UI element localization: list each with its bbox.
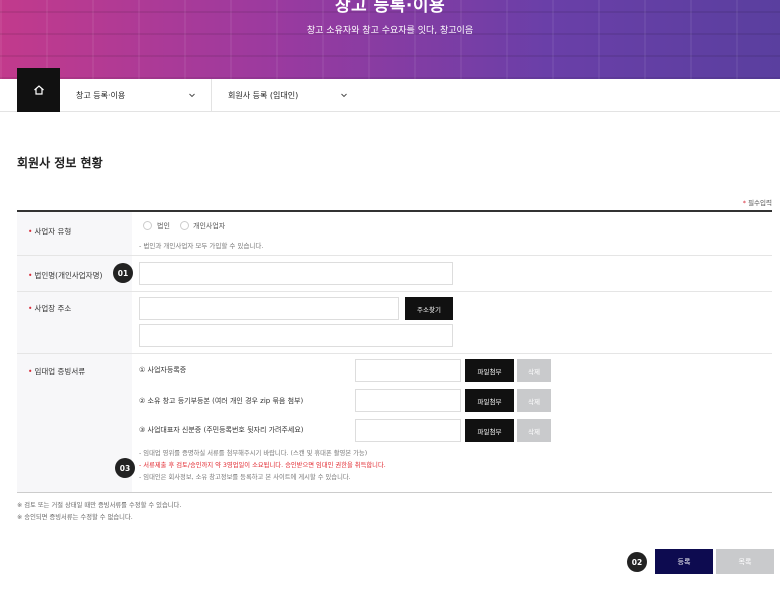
document-file-input[interactable] [355,359,461,382]
footnote: ※ 승인되면 증빙서류는 수정할 수 없습니다. [17,514,133,521]
note-line: - 임대인은 회사정보, 소유 창고정보를 등록하고 본 사이트에 게시할 수 … [139,474,351,481]
company-name-label: • 법인명(개인사업자명) [28,271,103,280]
address-detail-input[interactable] [139,324,453,347]
delete-file-button[interactable]: 삭제 [517,419,551,442]
page-title: 회원사 정보 현황 [17,156,103,170]
attach-file-button[interactable]: 파일첨부 [465,389,514,412]
document-label: ① 사업자등록증 [139,366,187,374]
breadcrumb-label: 창고 등록·이용 [76,91,126,100]
documents-label: • 임대업 증빙서류 [28,367,86,376]
home-button[interactable] [17,68,60,112]
chevron-down-icon [189,93,195,98]
delete-file-button[interactable]: 삭제 [517,389,551,412]
company-name-row: • 법인명(개인사업자명) 01 [17,256,772,292]
required-star: * [742,199,746,207]
attach-file-button[interactable]: 파일첨부 [465,359,514,382]
radio-corporation-label: 법인 [157,222,170,230]
radio-corporation[interactable] [143,221,152,230]
documents-notes: - 임대업 영위를 증명하실 서류를 첨부해주시기 바랍니다. (스캔 및 휴대… [139,448,386,484]
document-label: ② 소유 창고 등기부등본 (여러 개인 경우 zip 묶음 첨부) [139,397,304,405]
document-file-input[interactable] [355,389,461,412]
radio-individual-label: 개인사업자 [193,222,226,230]
breadcrumb: 창고 등록·이용 회원사 등록 (임대인) [0,68,780,112]
step-badge-03: 03 [115,458,135,478]
step-badge-01: 01 [113,263,133,283]
attach-file-button[interactable]: 파일첨부 [465,419,514,442]
business-type-hint: - 법인과 개인사업자 모두 가입할 수 있습니다. [139,242,264,250]
note-line: - 임대업 영위를 증명하실 서류를 첨부해주시기 바랍니다. (스캔 및 휴대… [139,450,368,457]
list-button[interactable]: 목록 [716,549,774,574]
business-type-label: • 사업자 유형 [28,227,72,236]
radio-individual[interactable] [180,221,189,230]
footnote: ※ 검토 또는 거절 상태일 때만 증빙서류를 수정할 수 있습니다. [17,502,182,509]
row-header: • 사업자 유형 [17,212,132,255]
breadcrumb-label: 회원사 등록 (임대인) [228,91,299,100]
document-file-input[interactable] [355,419,461,442]
breadcrumb-item-page[interactable]: 회원사 등록 (임대인) [211,79,361,112]
address-label: • 사업장 주소 [28,304,72,313]
row-header: • 사업장 주소 [17,292,132,353]
footnotes: ※ 검토 또는 거절 상태일 때만 증빙서류를 수정할 수 있습니다. ※ 승인… [17,500,181,524]
business-type-row: • 사업자 유형 법인 개인사업자 - 법인과 개인사업자 모두 가입할 수 있습… [17,212,772,256]
member-info-form: • 사업자 유형 법인 개인사업자 - 법인과 개인사업자 모두 가입할 수 있습… [17,210,772,493]
breadcrumb-item-category[interactable]: 창고 등록·이용 [76,79,211,112]
required-note-label: 필수입력 [748,199,772,207]
note-line-warning: - 서류제출 후 검토/승인까지 약 3영업일이 소요됩니다. 승인받으면 임대… [139,462,386,469]
company-name-input[interactable] [139,262,453,285]
home-icon [33,85,44,95]
required-note: * 필수입력 [743,197,772,207]
documents-row: • 임대업 증빙서류 ① 사업자등록증 파일첨부 삭제 ② 소유 창고 등기부등본… [17,354,772,492]
submit-button[interactable]: 등록 [655,549,713,574]
delete-file-button[interactable]: 삭제 [517,359,551,382]
document-label: ③ 사업대표자 신분증 (주민등록번호 뒷자리 가려주세요) [139,426,304,434]
hero-banner: 창고 등록·이용 창고 소유자와 창고 수요자를 잇다, 창고이음 [0,0,780,79]
address-search-button[interactable]: 주소찾기 [405,297,453,320]
address-row: • 사업장 주소 주소찾기 [17,292,772,354]
chevron-down-icon [341,93,347,98]
hero-subtitle: 창고 소유자와 창고 수요자를 잇다, 창고이음 [306,26,474,36]
address-input[interactable] [139,297,399,320]
hero-title: 창고 등록·이용 [334,0,446,16]
step-badge-02: 02 [627,552,647,572]
